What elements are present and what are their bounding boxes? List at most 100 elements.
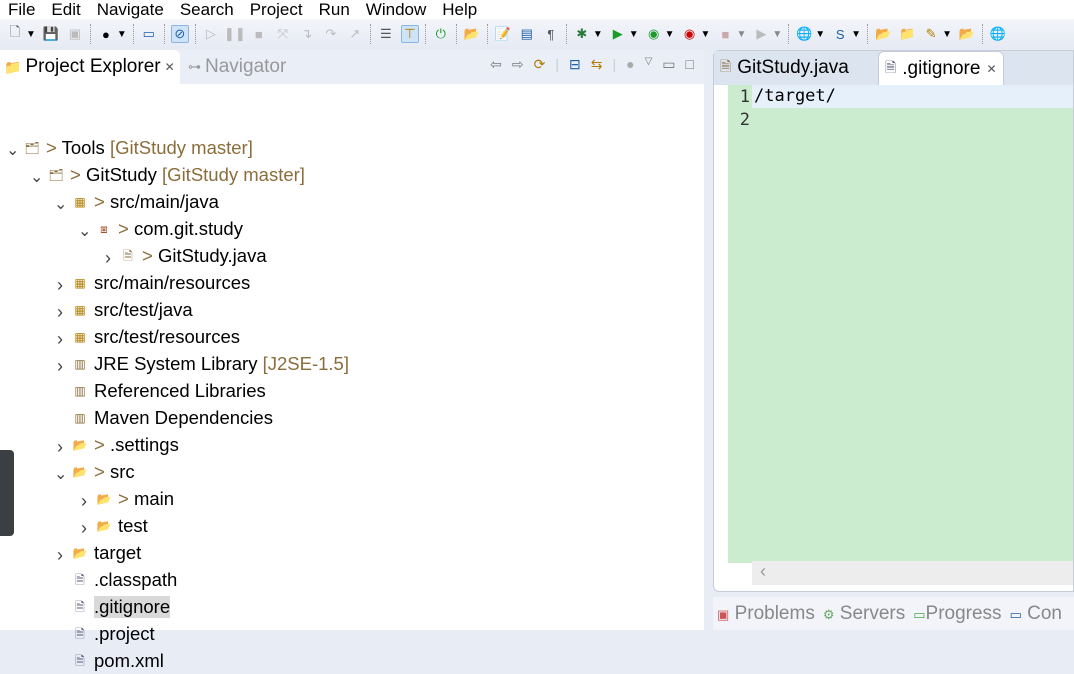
open-folder-icon[interactable]: 📂 xyxy=(874,25,892,43)
step-return-icon[interactable]: ↗ xyxy=(346,25,364,43)
scroll-left-icon[interactable]: ‹ xyxy=(760,561,766,581)
menu-navigate[interactable]: Navigate xyxy=(97,0,164,19)
debug-dropdown-icon[interactable]: ▼ xyxy=(593,29,603,40)
maximize-icon[interactable]: □ xyxy=(686,56,694,73)
new-dropdown-icon[interactable]: ▼ xyxy=(26,29,36,40)
new-spring-dropdown-icon[interactable]: ▼ xyxy=(851,29,861,40)
text-editor[interactable]: 1 2 /target/ xyxy=(728,85,1073,563)
use-step-filters-icon[interactable]: ☰ xyxy=(377,25,395,43)
tree-item[interactable]: 🗂 > GitStudy [GitStudy master] xyxy=(48,162,305,188)
horizontal-scrollbar[interactable]: ‹ xyxy=(752,561,1073,585)
profile-icon[interactable]: ● xyxy=(97,25,115,43)
tree-item[interactable]: 🗎 > GitStudy.java xyxy=(120,243,266,269)
code-content[interactable]: /target/ xyxy=(752,85,1073,131)
disconnect-icon[interactable]: ⤧ xyxy=(274,25,292,43)
launch-dropdown-icon[interactable]: ▼ xyxy=(772,29,782,40)
debug-icon[interactable]: ✱ xyxy=(573,25,591,43)
coverage-dropdown-icon[interactable]: ▼ xyxy=(665,29,675,40)
stop-dropdown-icon[interactable]: ▼ xyxy=(736,29,746,40)
expand-arrow-icon[interactable]: › xyxy=(54,356,66,377)
new-server-dropdown-icon[interactable]: ▼ xyxy=(815,29,825,40)
tab-servers[interactable]: ⚙ Servers xyxy=(823,603,905,625)
filters-icon[interactable]: ● xyxy=(626,56,634,73)
launch-icon[interactable]: ▶ xyxy=(752,25,770,43)
menu-run[interactable]: Run xyxy=(319,0,350,19)
step-into-icon[interactable]: ↴ xyxy=(298,25,316,43)
tab-progress[interactable]: ▭Progress xyxy=(913,603,1001,625)
open-resource-icon[interactable]: 📂 xyxy=(958,25,976,43)
run-dropdown-icon[interactable]: ▼ xyxy=(629,29,639,40)
menu-project[interactable]: Project xyxy=(250,0,303,19)
external-tools-icon[interactable]: ◉ xyxy=(681,25,699,43)
menu-search[interactable]: Search xyxy=(180,0,234,19)
menu-window[interactable]: Window xyxy=(366,0,426,19)
tree-item[interactable]: ▦ > src/main/java xyxy=(72,189,219,215)
open-type-icon[interactable]: 📝 xyxy=(494,25,512,43)
tree-item[interactable]: ⧆ > com.git.study xyxy=(96,216,243,242)
new-icon[interactable]: 🗋 xyxy=(6,24,24,43)
up-icon[interactable]: ⟳ xyxy=(534,56,546,73)
skip-breakpoints-icon[interactable]: ⊘ xyxy=(170,25,189,43)
tree-item[interactable]: 📂 > .settings xyxy=(72,432,179,458)
new-java-project-icon[interactable]: 📂 xyxy=(463,25,481,43)
tree-item[interactable]: 🗎 .gitignore xyxy=(72,594,171,620)
expand-arrow-icon[interactable]: › xyxy=(78,491,90,512)
terminate-icon[interactable]: ■ xyxy=(250,25,268,43)
minimize-icon[interactable]: ▭ xyxy=(662,56,675,73)
collapse-arrow-icon[interactable]: ⌄ xyxy=(30,167,43,187)
menu-edit[interactable]: Edit xyxy=(51,0,80,19)
close-icon[interactable]: ✕ xyxy=(165,60,175,74)
step-over-icon[interactable]: ↷ xyxy=(322,25,340,43)
tab-gitignore[interactable]: 🗎 .gitignore ✕ xyxy=(878,51,1004,86)
forward-icon[interactable]: ⇨ xyxy=(512,56,524,73)
tree-item[interactable]: 📂 > main xyxy=(96,486,175,512)
tree-item[interactable]: ▥ JRE System Library [J2SE-1.5] xyxy=(72,351,349,377)
expand-arrow-icon[interactable]: › xyxy=(54,329,66,350)
new-server-icon[interactable]: 🌐 xyxy=(795,25,813,43)
tree-item[interactable]: ▦ src/main/resources xyxy=(72,270,250,296)
side-widget[interactable] xyxy=(0,450,14,536)
close-icon[interactable]: ✕ xyxy=(986,62,996,76)
pen-icon[interactable]: ✎ xyxy=(922,25,940,43)
pilcrow-icon[interactable]: ¶ xyxy=(542,25,560,43)
link-with-editor-icon[interactable]: ⇆ xyxy=(591,56,603,73)
expand-arrow-icon[interactable]: › xyxy=(54,437,66,458)
show-whitespace-icon[interactable]: ▤ xyxy=(518,25,536,43)
expand-arrow-icon[interactable]: › xyxy=(54,545,66,566)
tree-item[interactable]: ▥ Referenced Libraries xyxy=(72,378,265,404)
suspend-icon[interactable]: ❚❚ xyxy=(224,25,246,43)
save-icon[interactable]: 💾 xyxy=(42,25,60,43)
tree-item[interactable]: 📂 > src xyxy=(72,459,135,485)
open-task-icon[interactable]: 📁 xyxy=(898,25,916,43)
tab-navigator[interactable]: ⊶ Navigator xyxy=(188,50,286,84)
expand-arrow-icon[interactable]: › xyxy=(78,518,90,539)
tree-item[interactable]: 🗎 .project xyxy=(72,621,155,647)
menu-file[interactable]: File xyxy=(8,0,35,19)
collapse-arrow-icon[interactable]: ⌄ xyxy=(54,194,67,214)
tab-problems[interactable]: ▣ Problems xyxy=(717,603,815,625)
pen-dropdown-icon[interactable]: ▼ xyxy=(942,29,952,40)
coverage-icon[interactable]: ◉ xyxy=(645,25,663,43)
globe-icon[interactable]: 🌐 xyxy=(989,25,1007,43)
collapse-arrow-icon[interactable]: ⌄ xyxy=(78,221,91,241)
profile-dropdown-icon[interactable]: ▼ xyxy=(117,29,127,40)
tab-console[interactable]: ▭ Con xyxy=(1010,603,1062,625)
tab-gitstudy-java[interactable]: 🗎 GitStudy.java xyxy=(714,51,855,85)
tree-item[interactable]: ▥ Maven Dependencies xyxy=(72,405,273,431)
console-icon[interactable]: ▭ xyxy=(140,25,158,43)
collapse-arrow-icon[interactable]: ⌄ xyxy=(54,464,67,484)
view-menu-icon[interactable]: ▽ xyxy=(645,56,653,73)
drop-to-frame-icon[interactable]: ⊤ xyxy=(400,25,419,43)
run-icon[interactable]: ▶ xyxy=(609,25,627,43)
expand-arrow-icon[interactable]: › xyxy=(54,275,66,296)
tab-project-explorer[interactable]: 📁 Project Explorer ✕ xyxy=(0,50,180,84)
expand-arrow-icon[interactable]: › xyxy=(54,302,66,323)
external-tools-dropdown-icon[interactable]: ▼ xyxy=(701,29,711,40)
tree-item[interactable]: 📂 test xyxy=(96,513,148,539)
tree-item[interactable]: 🗂 > Tools [GitStudy master] xyxy=(24,135,252,161)
tree-item[interactable]: 📂 target xyxy=(72,540,142,566)
resume-icon[interactable]: ▷ xyxy=(202,25,220,43)
tree-item[interactable]: 🗎 .classpath xyxy=(72,567,177,593)
collapse-all-icon[interactable]: ⊟ xyxy=(569,56,581,73)
back-icon[interactable]: ⇦ xyxy=(490,56,502,73)
